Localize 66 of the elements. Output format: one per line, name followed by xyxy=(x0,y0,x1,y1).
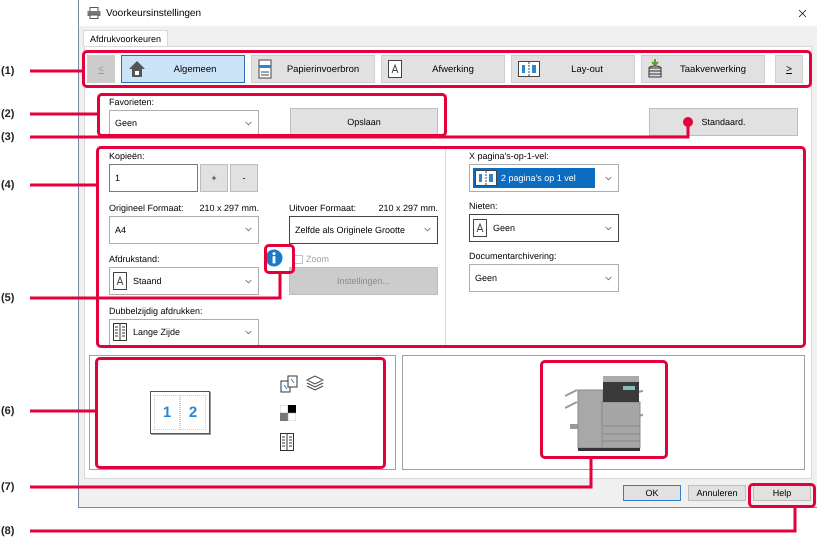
category-tab[interactable]: Algemeen xyxy=(121,55,245,83)
dropdown[interactable]: Lange Zijde xyxy=(109,318,259,346)
dropdown[interactable]: Geen xyxy=(469,264,619,292)
book-icon xyxy=(280,432,294,450)
window-title: Voorkeursinstellingen xyxy=(106,8,202,18)
info-icon[interactable] xyxy=(265,249,283,267)
page-icon xyxy=(473,219,487,237)
paper-tray-icon xyxy=(258,59,272,79)
leader-line xyxy=(30,70,82,72)
storage-icon xyxy=(648,59,662,79)
leader-line xyxy=(30,410,95,412)
field-label: Documentarchivering: xyxy=(469,250,557,262)
book-icon xyxy=(113,323,127,341)
two-pages-icon xyxy=(518,61,540,77)
checker-icon xyxy=(280,404,296,420)
field-label: Origineel Formaat: xyxy=(109,202,184,214)
leader-line xyxy=(30,184,96,186)
next-button[interactable]: > xyxy=(775,55,803,83)
dropdown[interactable]: Staand xyxy=(109,267,259,295)
dialog-button[interactable]: Help xyxy=(753,485,811,501)
two-pages-icon xyxy=(475,170,497,186)
tab[interactable]: Afdrukvoorkeuren xyxy=(83,30,168,46)
field-label: Dubbelzijdig afdrukken: xyxy=(109,304,203,316)
callout-label: (2) xyxy=(1,108,14,120)
paper-stack-icon xyxy=(306,374,324,390)
page-number: 1 xyxy=(154,395,180,430)
minus-button[interactable]: - xyxy=(230,164,258,192)
category-tab[interactable]: Lay-out xyxy=(511,55,635,83)
callout-label: (3) xyxy=(1,131,14,143)
checkbox-label: Zoom xyxy=(306,254,330,264)
callout-frame xyxy=(748,483,816,508)
field-label: Nieten: xyxy=(469,200,498,212)
copies-field[interactable]: 1 xyxy=(109,164,198,192)
printer-icon xyxy=(87,7,101,19)
house-icon xyxy=(128,60,146,78)
callout-label: (4) xyxy=(1,179,14,191)
size-text: 210 x 297 mm. xyxy=(199,202,259,214)
leader-line xyxy=(30,112,97,116)
dropdown[interactable]: Zelfde als Originele Grootte xyxy=(289,216,438,244)
page-icon xyxy=(388,60,402,78)
callout-label: (7) xyxy=(1,481,14,493)
field-label: Uitvoer Formaat: xyxy=(289,202,356,214)
callout-label: (1) xyxy=(1,65,14,77)
category-tab[interactable]: Papierinvoerbron xyxy=(251,55,375,83)
page-number: 2 xyxy=(180,395,206,430)
field-label: Afdrukstand: xyxy=(109,253,160,265)
dropdown[interactable]: A4 xyxy=(109,216,259,244)
callout-label: (5) xyxy=(1,292,14,304)
dialog-button[interactable]: Annuleren xyxy=(688,485,746,501)
size-text: 210 x 297 mm. xyxy=(378,202,438,214)
field-label: Kopieën: xyxy=(109,150,145,162)
default-button[interactable]: Standaard. xyxy=(649,108,798,136)
category-tab[interactable]: Taakverwerking xyxy=(641,55,765,83)
dialog-button[interactable]: OK xyxy=(623,485,681,501)
callout-label: (6) xyxy=(1,405,14,417)
dropdown[interactable]: Geen xyxy=(469,214,619,242)
page-icon xyxy=(113,272,127,290)
category-tab[interactable]: Afwerking xyxy=(381,55,505,83)
copies-icon xyxy=(280,374,298,392)
dropdown[interactable]: 2 pagina's op 1 vel xyxy=(469,164,619,192)
plus-button[interactable]: + xyxy=(200,164,228,192)
save-button[interactable]: Opslaan xyxy=(290,108,438,136)
field-label: Favorieten: xyxy=(109,96,154,108)
field-label: X pagina's-op-1-vel: xyxy=(469,150,549,162)
dropdown[interactable]: Geen xyxy=(109,110,259,136)
callout-label: (8) xyxy=(1,525,14,537)
